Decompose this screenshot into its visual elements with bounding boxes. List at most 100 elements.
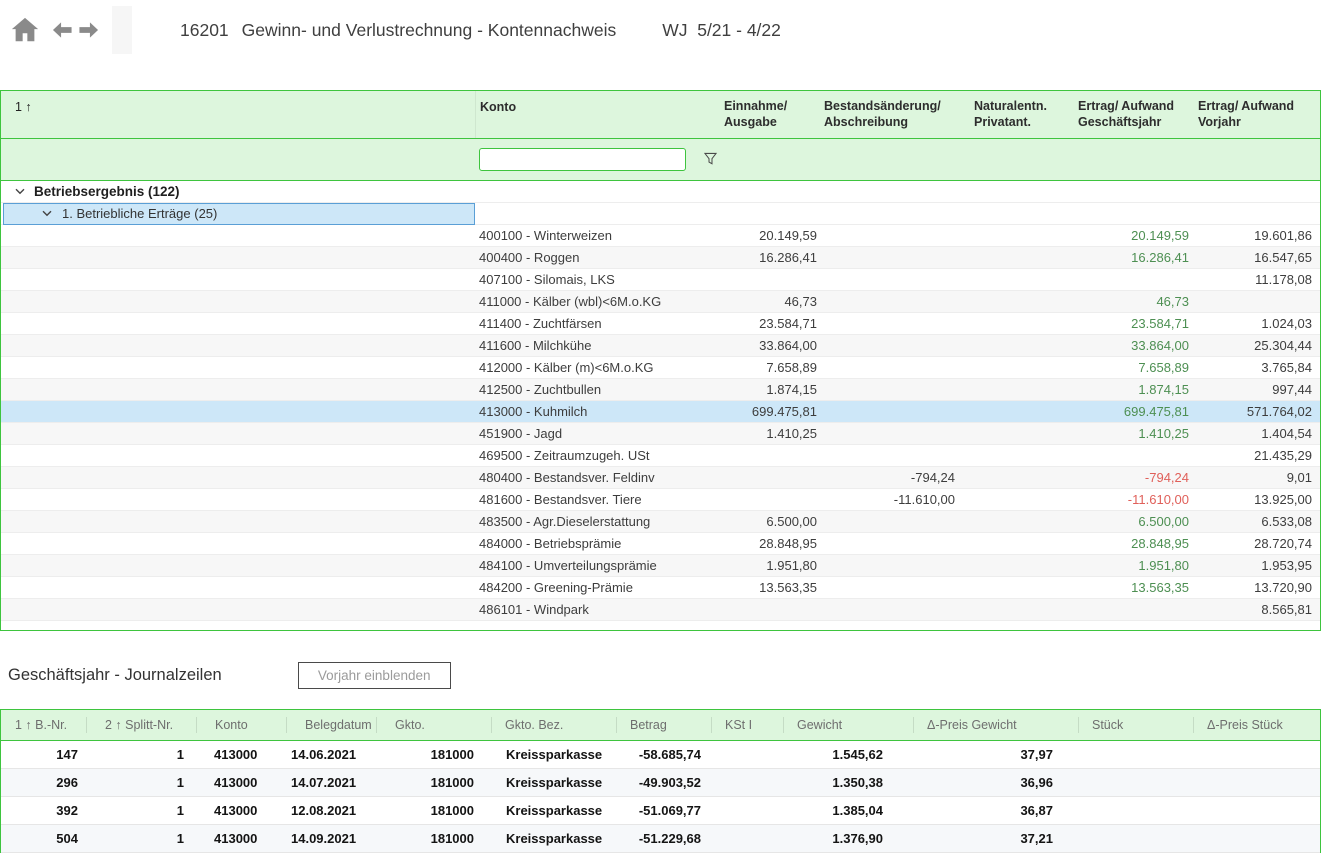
journal-column-header[interactable]: Stück [1078, 717, 1193, 733]
journal-cell-betrag: -58.685,74 [616, 747, 711, 762]
account-ertrag-geschaeftsjahr: 28.848,95 [1073, 536, 1193, 551]
account-einnahme-ausgabe: 1.874,15 [711, 382, 821, 397]
account-ertrag-vorjahr: 11.178,08 [1193, 272, 1320, 287]
sort-indicator[interactable]: 1 ↑ [1, 91, 475, 138]
journal-table-header: 1 ↑ B.-Nr.2 ↑ Splitt-Nr.KontoBelegdatumG… [0, 709, 1321, 741]
chevron-down-icon[interactable] [42, 210, 52, 217]
tree-node-label: 1. Betriebliche Erträge (25) [62, 206, 217, 221]
account-einnahme-ausgabe: 7.658,89 [711, 360, 821, 375]
journal-column-header[interactable]: 2 ↑ Splitt-Nr. [86, 717, 196, 733]
account-row[interactable]: 451900 - Jagd 1.410,25 1.410,25 1.404,54 [1, 423, 1320, 445]
account-einnahme-ausgabe: 28.848,95 [711, 536, 821, 551]
konto-filter-input[interactable] [479, 148, 686, 171]
account-row[interactable]: 486101 - Windpark 8.565,81 [1, 599, 1320, 621]
account-ertrag-vorjahr: 6.533,08 [1193, 514, 1320, 529]
filter-funnel-icon[interactable] [704, 152, 717, 166]
account-ertrag-vorjahr: 19.601,86 [1193, 228, 1320, 243]
account-ertrag-geschaeftsjahr: 16.286,41 [1073, 250, 1193, 265]
account-row[interactable]: 411400 - Zuchtfärsen 23.584,71 23.584,71… [1, 313, 1320, 335]
journal-cell-gkto: 181000 [376, 747, 491, 762]
journal-cell-konto: 413000 [196, 803, 286, 818]
account-row[interactable]: 469500 - Zeitraumzugeh. USt 21.435,29 [1, 445, 1320, 467]
account-ertrag-geschaeftsjahr: 1.410,25 [1073, 426, 1193, 441]
journal-column-header[interactable]: Betrag [616, 717, 711, 733]
journal-row[interactable]: 296141300014.07.2021181000Kreissparkasse… [1, 769, 1320, 797]
column-header-bestandsaenderung[interactable]: Bestandsänderung/ Abschreibung [821, 91, 971, 138]
account-row[interactable]: 484200 - Greening-Prämie 13.563,35 13.56… [1, 577, 1320, 599]
account-row[interactable]: 412000 - Kälber (m)<6M.o.KG 7.658,89 7.6… [1, 357, 1320, 379]
tree-row[interactable]: 1. Betriebliche Erträge (25) [1, 203, 1320, 225]
back-arrow-icon[interactable] [52, 21, 73, 39]
vorjahr-einblenden-button[interactable]: Vorjahr einblenden [298, 662, 451, 689]
column-header-naturalentnahme[interactable]: Naturalentn. Privatant. [971, 91, 1073, 138]
journal-cell-splitt: 1 [86, 803, 196, 818]
account-ertrag-vorjahr: 1.024,03 [1193, 316, 1320, 331]
account-konto: 480400 - Bestandsver. Feldinv [475, 470, 711, 485]
journal-column-header[interactable]: KSt I [711, 717, 783, 733]
journal-cell-bnr: 392 [1, 803, 86, 818]
account-ertrag-vorjahr: 997,44 [1193, 382, 1320, 397]
journal-column-header[interactable]: Δ-Preis Gewicht [913, 717, 1078, 733]
journal-column-header[interactable]: Belegdatum [286, 717, 376, 733]
journal-cell-betrag: -51.069,77 [616, 803, 711, 818]
forward-arrow-icon[interactable] [78, 21, 99, 39]
account-bestandsaenderung: -11.610,00 [821, 492, 971, 507]
account-ertrag-geschaeftsjahr: -11.610,00 [1073, 492, 1193, 507]
tree-node-selected[interactable]: 1. Betriebliche Erträge (25) [3, 203, 475, 225]
journal-column-header[interactable]: Gkto. [376, 717, 491, 733]
account-einnahme-ausgabe: 699.475,81 [711, 404, 821, 419]
journal-cell-gkto: 181000 [376, 831, 491, 846]
report-code: 16201 [180, 20, 229, 41]
journal-section-header: Geschäftsjahr - Journalzeilen Vorjahr ei… [0, 661, 1321, 689]
account-ertrag-geschaeftsjahr: 1.874,15 [1073, 382, 1193, 397]
journal-row[interactable]: 147141300014.06.2021181000Kreissparkasse… [1, 741, 1320, 769]
account-row[interactable]: 400400 - Roggen 16.286,41 16.286,41 16.5… [1, 247, 1320, 269]
journal-cell-belegdatum: 12.08.2021 [286, 803, 376, 818]
journal-column-header[interactable]: Gewicht [783, 717, 913, 733]
column-header-ertrag-vorjahr[interactable]: Ertrag/ Aufwand Vorjahr [1193, 91, 1320, 138]
account-row[interactable]: 483500 - Agr.Dieselerstattung 6.500,00 6… [1, 511, 1320, 533]
account-row[interactable]: 411000 - Kälber (wbl)<6M.o.KG 46,73 46,7… [1, 291, 1320, 313]
account-ertrag-vorjahr: 8.565,81 [1193, 602, 1320, 617]
account-row[interactable]: 413000 - Kuhmilch 699.475,81 699.475,81 … [1, 401, 1320, 423]
journal-column-header[interactable]: Konto [196, 717, 286, 733]
account-row[interactable]: 412500 - Zuchtbullen 1.874,15 1.874,15 9… [1, 379, 1320, 401]
journal-cell-betrag: -51.229,68 [616, 831, 711, 846]
tree-row[interactable]: Betriebsergebnis (122) [1, 181, 1320, 203]
account-row[interactable]: 407100 - Silomais, LKS 11.178,08 [1, 269, 1320, 291]
journal-column-header[interactable]: Δ-Preis Stück [1193, 717, 1320, 733]
account-row[interactable]: 411600 - Milchkühe 33.864,00 33.864,00 2… [1, 335, 1320, 357]
journal-row[interactable]: 504141300014.09.2021181000Kreissparkasse… [1, 825, 1320, 853]
account-konto: 484000 - Betriebsprämie [475, 536, 711, 551]
journal-cell-d_preis_gewicht: 37,21 [913, 831, 1078, 846]
column-header-ertrag-geschaeftsjahr[interactable]: Ertrag/ Aufwand Geschäftsjahr [1073, 91, 1193, 138]
column-header-einnahme-ausgabe[interactable]: Einnahme/ Ausgabe [711, 91, 821, 138]
account-row[interactable]: 400100 - Winterweizen 20.149,59 20.149,5… [1, 225, 1320, 247]
journal-column-header[interactable]: Gkto. Bez. [491, 717, 616, 733]
account-row[interactable]: 481600 - Bestandsver. Tiere -11.610,00 -… [1, 489, 1320, 511]
column-header-konto[interactable]: Konto [475, 91, 711, 138]
account-einnahme-ausgabe: 13.563,35 [711, 580, 821, 595]
journal-cell-betrag: -49.903,52 [616, 775, 711, 790]
journal-row[interactable]: 392141300012.08.2021181000Kreissparkasse… [1, 797, 1320, 825]
report-name: Gewinn- und Verlustrechnung - Kontennach… [242, 20, 617, 41]
account-einnahme-ausgabe: 1.951,80 [711, 558, 821, 573]
account-row[interactable]: 484000 - Betriebsprämie 28.848,95 28.848… [1, 533, 1320, 555]
journal-cell-gkto_bez: Kreissparkasse [491, 803, 616, 818]
account-row[interactable]: 484100 - Umverteilungsprämie 1.951,80 1.… [1, 555, 1320, 577]
journal-column-header[interactable]: 1 ↑ B.-Nr. [1, 717, 86, 733]
account-einnahme-ausgabe: 33.864,00 [711, 338, 821, 353]
account-einnahme-ausgabe: 23.584,71 [711, 316, 821, 331]
journal-section-title: Geschäftsjahr - Journalzeilen [8, 666, 222, 685]
accounts-table-body: Betriebsergebnis (122) 1. Betriebliche E… [1, 181, 1320, 630]
account-einnahme-ausgabe: 46,73 [711, 294, 821, 309]
journal-cell-konto: 413000 [196, 747, 286, 762]
home-icon[interactable] [10, 15, 40, 45]
account-ertrag-vorjahr: 16.547,65 [1193, 250, 1320, 265]
account-ertrag-geschaeftsjahr: 6.500,00 [1073, 514, 1193, 529]
toolbar-divider [112, 6, 132, 54]
chevron-down-icon[interactable] [15, 188, 25, 195]
account-ertrag-vorjahr: 1.953,95 [1193, 558, 1320, 573]
account-ertrag-vorjahr: 28.720,74 [1193, 536, 1320, 551]
account-row[interactable]: 480400 - Bestandsver. Feldinv -794,24 -7… [1, 467, 1320, 489]
